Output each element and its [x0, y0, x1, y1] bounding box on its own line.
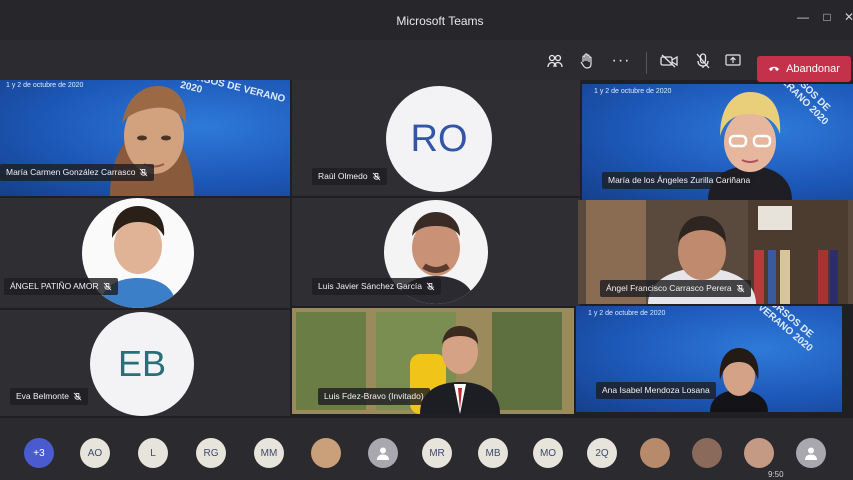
mic-off-icon: [73, 392, 82, 401]
video-tile-5[interactable]: Luis Javier Sánchez García: [292, 198, 580, 306]
camera-off-icon[interactable]: [657, 50, 681, 72]
share-icon[interactable]: [721, 50, 745, 72]
participant-name: Raúl Olmedo: [318, 171, 368, 181]
participant-photo-chip[interactable]: [744, 438, 774, 468]
mic-off-icon[interactable]: [691, 50, 715, 72]
person-icon: [377, 447, 389, 460]
participant-name-tag: María de los Ángeles Zurilla Cariñana: [602, 172, 757, 189]
participant-photo-chip[interactable]: [692, 438, 722, 468]
participant-placeholder-chip[interactable]: [368, 438, 398, 468]
window-title: Microsoft Teams: [396, 14, 484, 28]
more-participants-button[interactable]: +3: [24, 438, 54, 468]
participant-placeholder-chip[interactable]: [796, 438, 826, 468]
participant-chip[interactable]: RG: [196, 438, 226, 468]
participant-chip[interactable]: MO: [533, 438, 563, 468]
participant-name-tag: Ana Isabel Mendoza Losana: [596, 382, 716, 399]
title-bar: Microsoft Teams — □ ✕: [0, 0, 853, 40]
participant-name-tag: Ángel Francisco Carrasco Perera: [600, 280, 751, 297]
video-tile-1[interactable]: 1 y 2 de octubre de 2020 CURSOS DE VERAN…: [0, 80, 290, 196]
raise-hand-icon[interactable]: [575, 50, 599, 72]
taskbar-clock: 9:50: [768, 470, 784, 479]
video-tile-9[interactable]: 1 y 2 de octubre de 2020 CURSOS DE VERAN…: [576, 306, 842, 412]
participant-name: Luis Fdez-Bravo (Invitado): [324, 391, 424, 401]
people-icon[interactable]: [543, 50, 567, 72]
video-tile-6[interactable]: Ángel Francisco Carrasco Perera: [578, 200, 853, 304]
participant-name-tag: María Carmen González Carrasco: [0, 164, 155, 181]
leave-label: Abandonar: [786, 63, 840, 75]
video-tile-7[interactable]: EB Eva Belmonte: [0, 310, 290, 416]
participant-name-tag: Eva Belmonte: [10, 388, 88, 405]
video-tile-8[interactable]: Luis Fdez-Bravo (Invitado): [292, 308, 574, 414]
participant-name: María de los Ángeles Zurilla Cariñana: [608, 175, 751, 185]
participant-chip[interactable]: 2Q: [587, 438, 617, 468]
participant-name: Eva Belmonte: [16, 391, 69, 401]
participant-name-tag: Raúl Olmedo: [312, 168, 387, 185]
participant-name-tag: Luis Javier Sánchez García: [312, 278, 441, 295]
participant-name-tag: ÁNGEL PATIÑO AMOR: [4, 278, 118, 295]
maximize-icon[interactable]: □: [816, 10, 838, 24]
participant-photo-chip[interactable]: [311, 438, 341, 468]
phone-icon: [768, 63, 780, 75]
mic-off-icon: [140, 168, 148, 177]
video-tile-2[interactable]: RO Raúl Olmedo: [292, 80, 580, 196]
participant-chip[interactable]: MM: [254, 438, 284, 468]
participant-name: María Carmen González Carrasco: [6, 167, 136, 177]
participant-chip[interactable]: MB: [478, 438, 508, 468]
meeting-toolbar: ···: [0, 40, 853, 80]
close-icon[interactable]: ✕: [838, 10, 853, 24]
participant-name: Ana Isabel Mendoza Losana: [602, 385, 710, 395]
toolbar-divider: [646, 52, 647, 74]
participant-video: [704, 346, 774, 412]
participant-chip[interactable]: MR: [422, 438, 452, 468]
mic-off-icon: [426, 282, 435, 291]
participant-name: Luis Javier Sánchez García: [318, 281, 422, 291]
participant-name: ÁNGEL PATIÑO AMOR: [10, 281, 99, 291]
participant-name: Ángel Francisco Carrasco Perera: [606, 283, 732, 293]
participant-chip[interactable]: L: [138, 438, 168, 468]
banner-date: 1 y 2 de octubre de 2020: [594, 88, 672, 95]
participant-photo-chip[interactable]: [640, 438, 670, 468]
avatar: EB: [90, 312, 194, 416]
teams-window: Microsoft Teams — □ ✕ ··· Abandonar 1 y …: [0, 0, 853, 480]
mic-off-icon: [372, 172, 380, 181]
participant-name-tag: Luis Fdez-Bravo (Invitado): [318, 388, 430, 405]
mic-off-icon: [736, 284, 745, 293]
minimize-icon[interactable]: —: [792, 10, 814, 24]
leave-button[interactable]: Abandonar: [757, 56, 851, 82]
person-icon: [805, 447, 817, 460]
participant-chip[interactable]: AO: [80, 438, 110, 468]
video-tile-4[interactable]: ÁNGEL PATIÑO AMOR: [0, 198, 290, 308]
banner-date: 1 y 2 de octubre de 2020: [6, 82, 84, 89]
avatar: RO: [386, 86, 492, 192]
mic-off-icon: [103, 282, 112, 291]
banner-date: 1 y 2 de octubre de 2020: [588, 310, 666, 317]
video-tile-3[interactable]: 1 y 2 de octubre de 2020 CURSOS DE VERAN…: [582, 84, 853, 200]
more-icon[interactable]: ···: [609, 50, 633, 72]
